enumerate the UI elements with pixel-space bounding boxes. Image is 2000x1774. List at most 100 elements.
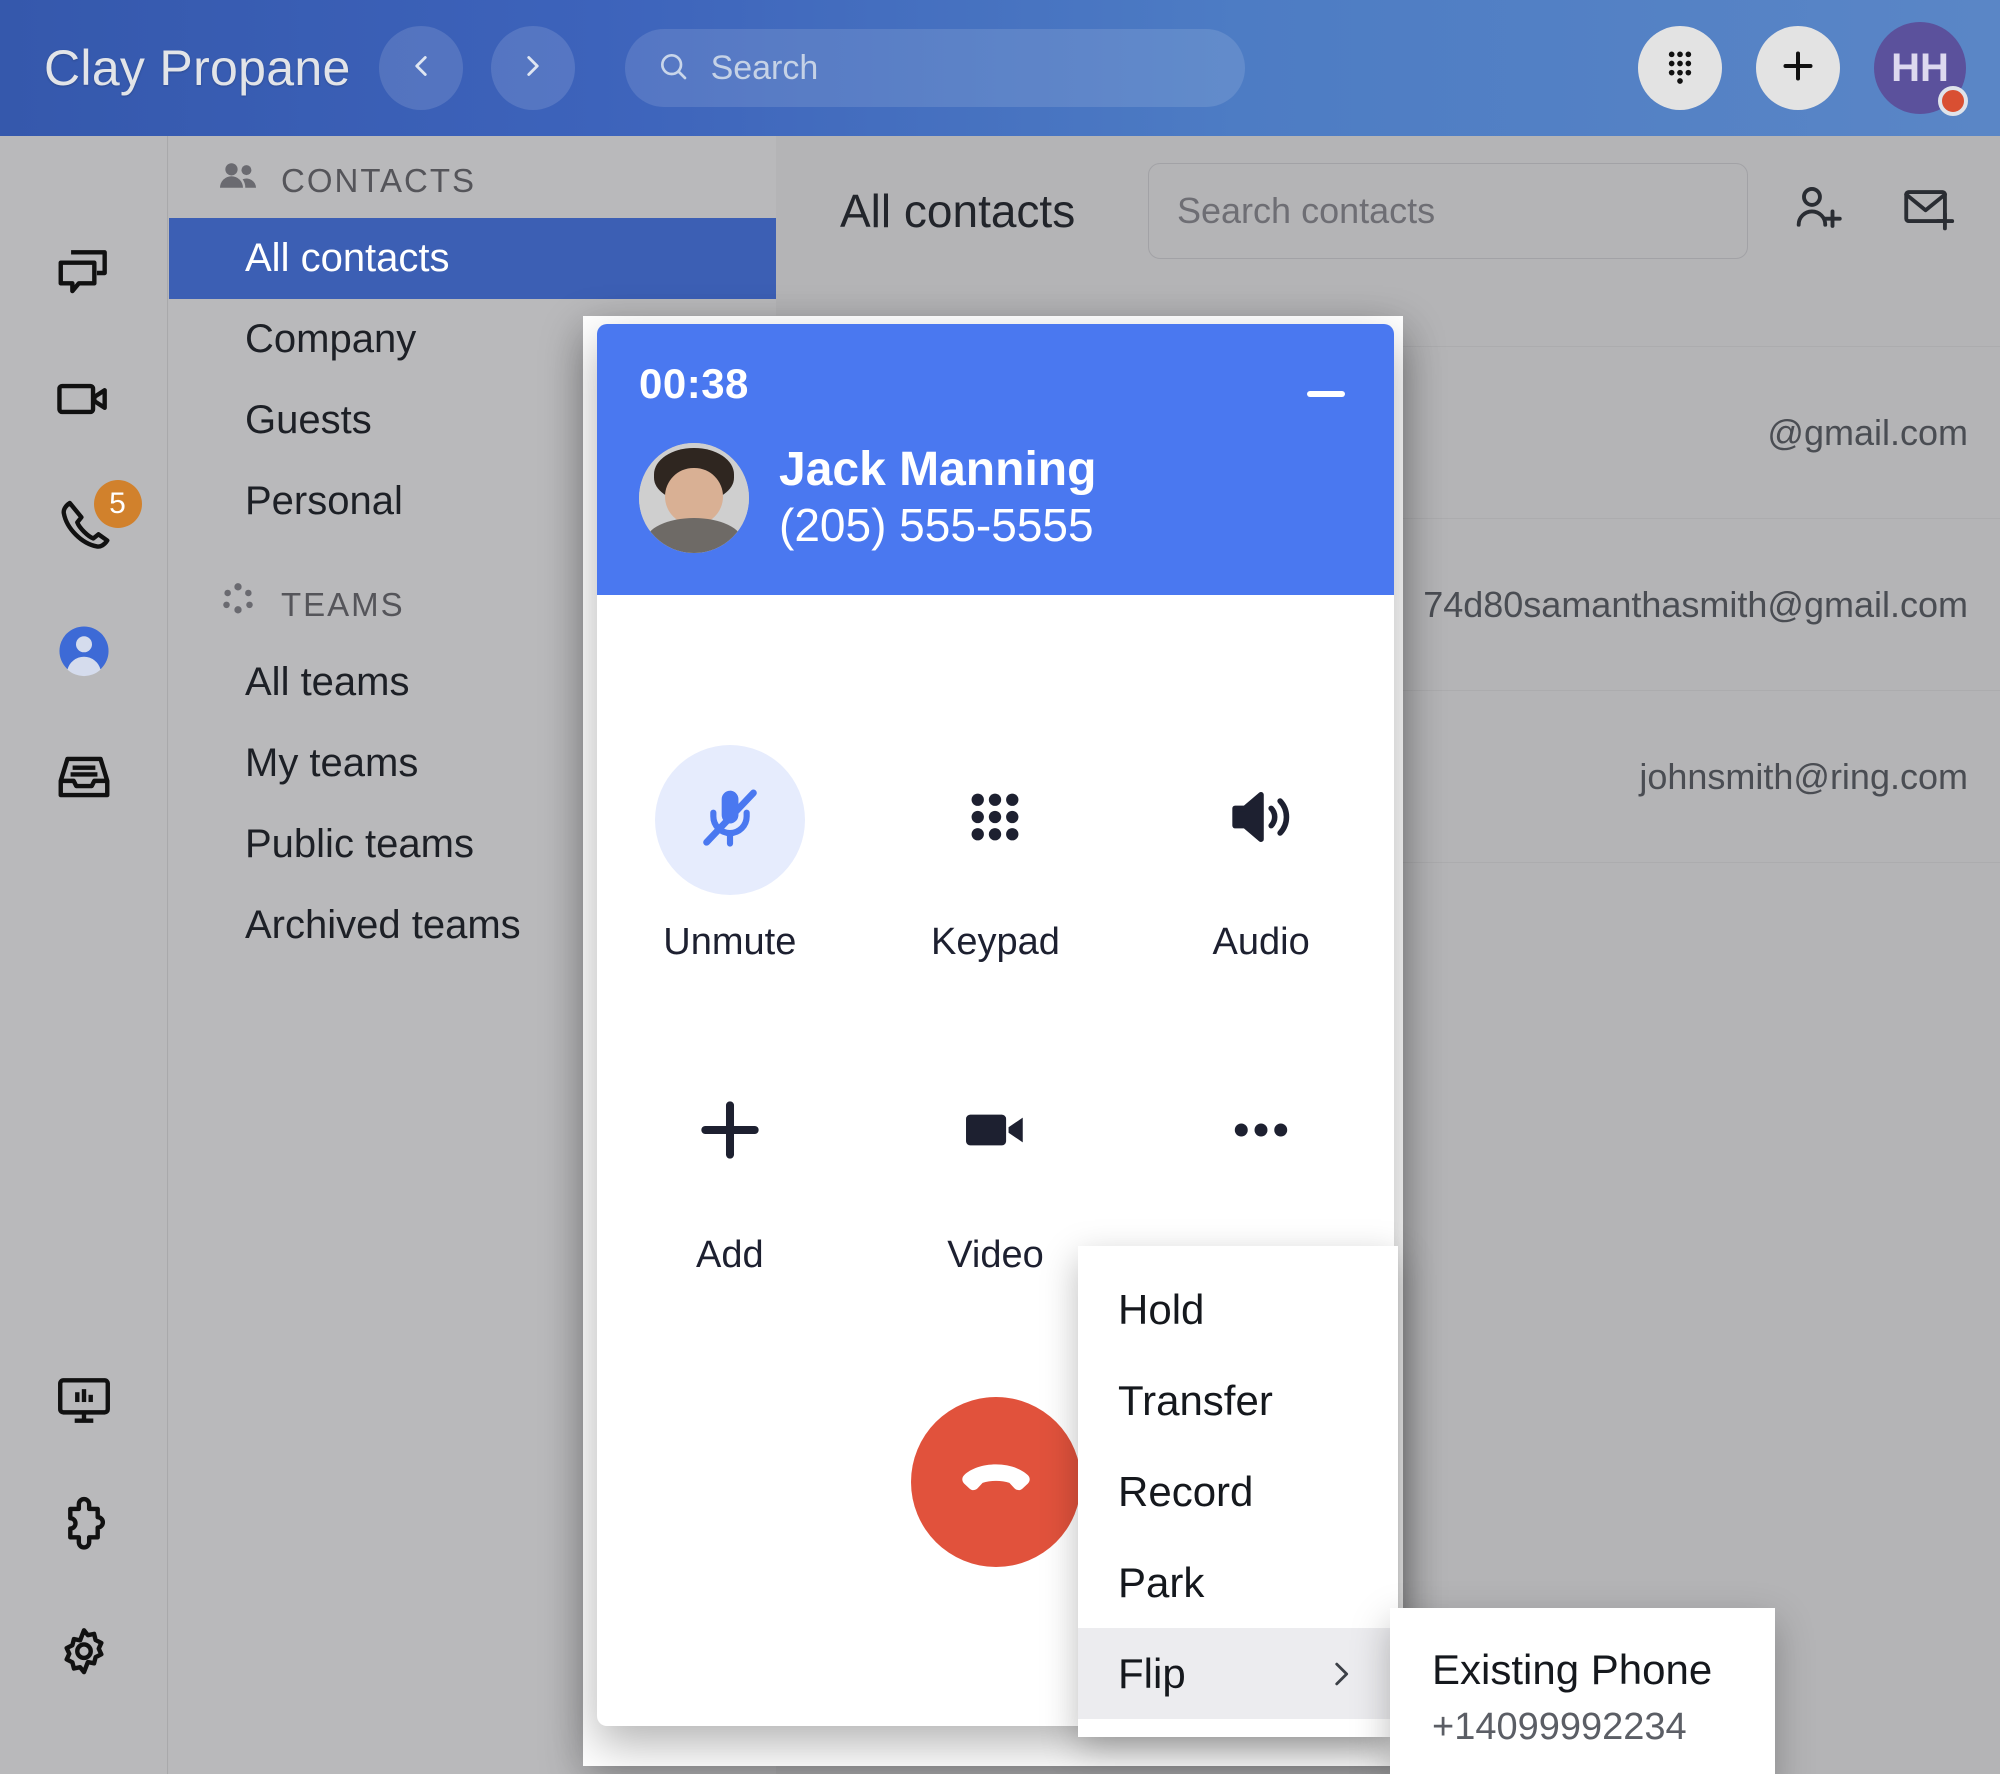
page-title: All contacts	[840, 185, 1076, 237]
add-contact-button[interactable]	[1778, 171, 1858, 251]
end-call-button[interactable]	[910, 1396, 1081, 1567]
speaker-icon	[1224, 780, 1298, 859]
call-controls-grid: Unmute Keypad Audio Add Video	[597, 595, 1394, 1277]
call-duration-timer: 00:38	[639, 360, 749, 407]
menu-item-label: Park	[1118, 1558, 1205, 1606]
keypad-icon	[958, 780, 1032, 859]
sidebar-item-video[interactable]	[0, 338, 168, 464]
top-bar-actions: HH	[1638, 22, 1968, 116]
nav-item-label: All contacts	[245, 236, 450, 280]
flip-target-number: +14099992234	[1432, 1706, 1687, 1748]
mute-toggle-button[interactable]: Unmute	[597, 744, 863, 964]
contacts-search-input[interactable]: Search contacts	[1148, 163, 1748, 259]
callee-phone-number: (205) 555-5555	[779, 499, 1094, 552]
global-search-input[interactable]: Search	[624, 29, 1245, 107]
nav-item-label: Public teams	[245, 822, 474, 866]
teams-icon	[215, 578, 261, 632]
callee-name: Jack Manning	[779, 443, 1097, 496]
nav-section-teams-label: TEAMS	[281, 586, 405, 623]
menu-item-transfer[interactable]: Transfer	[1078, 1355, 1398, 1446]
call-window-header: 00:38 Jack Manning (205) 555-5555	[597, 324, 1394, 595]
avatar-initials: HH	[1891, 45, 1949, 90]
person-icon	[53, 620, 115, 687]
puzzle-icon	[53, 1496, 115, 1563]
menu-item-hold[interactable]: Hold	[1078, 1264, 1398, 1355]
video-label: Video	[947, 1233, 1044, 1276]
sidebar-item-phone[interactable]: 5	[0, 464, 168, 590]
people-icon	[215, 154, 261, 208]
menu-item-park[interactable]: Park	[1078, 1537, 1398, 1628]
contacts-panel-header: All contacts Search contacts	[776, 136, 2000, 286]
callee-info: Jack Manning (205) 555-5555	[639, 442, 1352, 555]
contact-email: johnsmith@ring.com	[1639, 755, 1968, 797]
menu-item-label: Hold	[1118, 1285, 1205, 1333]
chat-icon	[53, 242, 115, 309]
forward-button[interactable]	[490, 26, 575, 110]
gear-icon	[53, 1622, 115, 1689]
mail-add-icon	[1899, 180, 1957, 243]
callee-avatar	[639, 443, 749, 554]
nav-item-label: Archived teams	[245, 903, 521, 947]
contact-email: 74d80samanthasmith@gmail.com	[1423, 583, 1968, 625]
sidebar-item-contacts[interactable]	[0, 590, 168, 716]
phone-badge-count: 5	[93, 480, 142, 528]
video-camera-icon	[958, 1093, 1032, 1172]
video-button[interactable]: Video	[863, 1058, 1129, 1277]
plus-icon	[1778, 46, 1818, 91]
app-brand-title: Clay Propane	[44, 40, 351, 96]
more-options-button[interactable]	[1128, 1058, 1394, 1277]
flip-target-title[interactable]: Existing Phone	[1432, 1646, 1733, 1694]
back-button[interactable]	[378, 26, 463, 110]
user-avatar[interactable]: HH	[1874, 22, 1968, 116]
top-bar: Clay Propane Search HH	[0, 0, 2000, 136]
menu-item-label: Flip	[1118, 1649, 1186, 1697]
menu-item-record[interactable]: Record	[1078, 1446, 1398, 1537]
chevron-right-icon	[516, 49, 550, 88]
nav-item-label: Company	[245, 317, 417, 361]
nav-item-label: My teams	[245, 741, 419, 785]
plus-icon	[693, 1093, 767, 1172]
sidebar-item-reports[interactable]	[0, 1340, 168, 1466]
nav-item-label: Guests	[245, 398, 372, 442]
nav-item-label: All teams	[245, 660, 410, 704]
call-options-menu: Hold Transfer Record Park Flip	[1078, 1246, 1398, 1737]
invite-by-email-button[interactable]	[1888, 171, 1968, 251]
chevron-left-icon	[404, 49, 438, 88]
chevron-right-icon	[1324, 1657, 1358, 1691]
minimize-icon	[1307, 391, 1345, 397]
body-area: 5 CONTACTS All contacts Company Guests P…	[0, 136, 2000, 1774]
menu-item-flip[interactable]: Flip	[1078, 1628, 1398, 1719]
sidebar-item-messages[interactable]	[0, 212, 168, 338]
global-search-placeholder: Search	[710, 48, 819, 87]
nav-section-contacts: CONTACTS	[169, 136, 776, 218]
icon-rail: 5	[0, 136, 168, 1774]
person-add-icon	[1789, 180, 1847, 243]
menu-item-label: Record	[1118, 1467, 1254, 1515]
phone-hangup-icon	[950, 1433, 1042, 1530]
minimize-button[interactable]	[1300, 368, 1352, 420]
keypad-button[interactable]: Keypad	[863, 745, 1129, 964]
presence-status-indicator	[1938, 86, 1968, 116]
sidebar-item-voicemail[interactable]	[0, 716, 168, 842]
sidebar-item-apps[interactable]	[0, 1466, 168, 1592]
add-call-label: Add	[696, 1233, 764, 1276]
flip-submenu: Existing Phone +14099992234	[1390, 1608, 1775, 1774]
nav-item-label: Personal	[245, 479, 403, 523]
dialpad-button[interactable]	[1638, 26, 1722, 110]
new-action-button[interactable]	[1756, 26, 1840, 110]
more-horizontal-icon	[1224, 1093, 1298, 1172]
nav-section-contacts-label: CONTACTS	[281, 162, 477, 199]
contacts-search-placeholder: Search contacts	[1177, 190, 1436, 231]
add-call-button[interactable]: Add	[597, 1058, 863, 1277]
app-root: Clay Propane Search HH 5 CONTACTS All co…	[0, 0, 2000, 1774]
inbox-icon	[53, 746, 115, 813]
sidebar-item-settings[interactable]	[0, 1592, 168, 1718]
monitor-chart-icon	[53, 1370, 115, 1437]
nav-item-all-contacts[interactable]: All contacts	[169, 218, 776, 299]
mic-off-icon	[693, 780, 767, 859]
audio-button[interactable]: Audio	[1128, 745, 1394, 964]
keypad-label: Keypad	[931, 920, 1060, 963]
icon-rail-bottom	[0, 1340, 168, 1774]
audio-label: Audio	[1212, 920, 1310, 963]
menu-item-label: Transfer	[1118, 1376, 1273, 1424]
